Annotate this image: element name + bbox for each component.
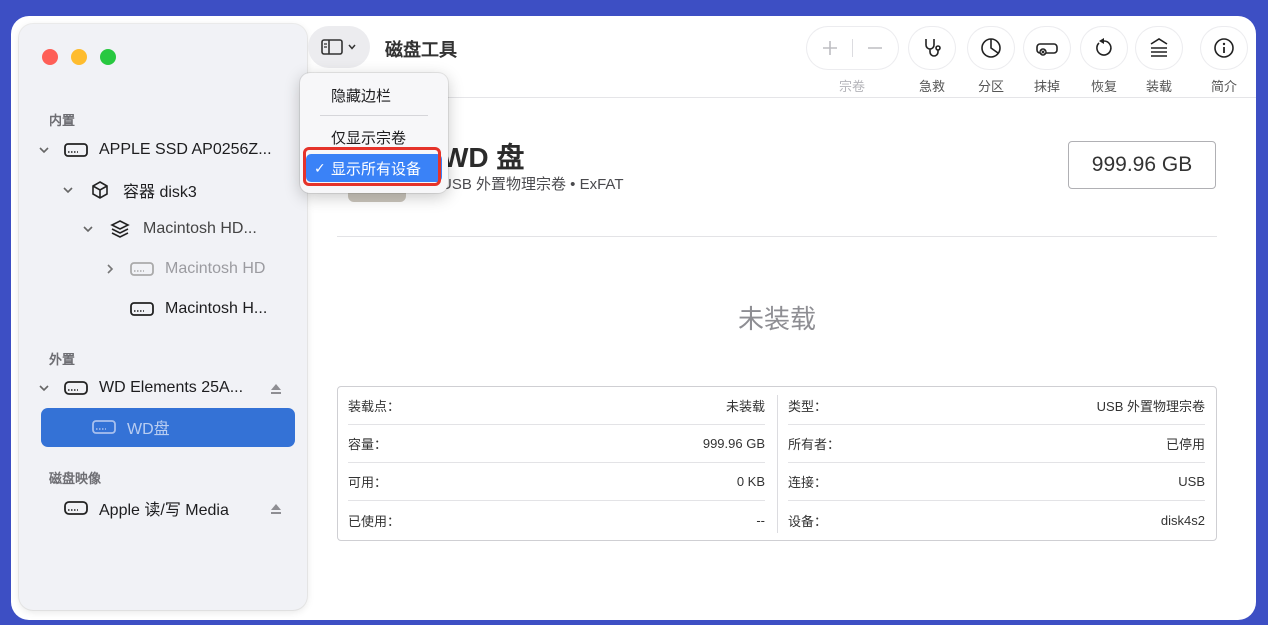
sidebar-item-label: Macintosh HD <box>165 260 266 277</box>
first-aid-label: 急救 <box>918 79 945 94</box>
restore-label: 恢复 <box>1090 79 1117 94</box>
restore-arrow-icon <box>1096 38 1112 56</box>
section-external: 外置 <box>49 352 76 367</box>
sidebar-item-label: WD Elements 25A... <box>99 379 244 396</box>
sidebar-icon <box>321 39 343 55</box>
chevron-right-icon[interactable] <box>103 262 117 276</box>
toolbar-divider <box>311 97 1256 98</box>
info-icon <box>1214 38 1234 58</box>
chevron-down-icon[interactable] <box>61 183 75 197</box>
info-button[interactable] <box>1201 27 1247 69</box>
info-row: 类型： USB 外置物理宗卷 <box>788 387 1205 425</box>
annotation-highlight-box <box>303 147 441 186</box>
sidebar-item-container[interactable]: 容器 disk3 <box>61 175 197 205</box>
menu-divider <box>320 115 428 116</box>
disk-icon <box>129 300 155 318</box>
info-row: 设备： disk4s2 <box>788 512 1205 529</box>
external-disk-icon <box>63 379 89 397</box>
erase-disk-icon <box>1036 43 1058 56</box>
minus-icon[interactable] <box>865 38 885 58</box>
close-window-button[interactable] <box>42 49 58 65</box>
sidebar-item-macintosh-hd-data[interactable]: Macintosh H... <box>129 294 267 324</box>
sidebar-item-label: Macintosh HD... <box>143 220 257 237</box>
first-aid-button[interactable] <box>909 27 955 69</box>
info-column-left: 装载点： 未装载 容量： 999.96 GB 可用： 0 KB 已使用： -- <box>338 387 777 540</box>
sidebar-item-apple-media[interactable]: Apple 读/写 Media <box>63 493 229 523</box>
sidebar-item-macintosh-hd-group[interactable]: Macintosh HD... <box>81 214 257 244</box>
info-table: 装载点： 未装载 容量： 999.96 GB 可用： 0 KB 已使用： -- 类型： U… <box>337 386 1217 541</box>
disk-icon <box>129 260 155 278</box>
zoom-window-button[interactable] <box>100 49 116 65</box>
pie-chart-icon <box>981 38 1001 58</box>
volume-add-remove-group <box>807 27 898 69</box>
info-row: 所有者： 已停用 <box>788 425 1205 463</box>
partition-label: 分区 <box>977 79 1004 94</box>
sidebar-item-wd-disk[interactable]: WD盘 <box>91 412 170 442</box>
menu-item-hide-sidebar[interactable]: 隐藏边栏 <box>306 81 442 109</box>
eject-icon[interactable] <box>269 502 283 516</box>
disk-utility-window: 内置 APPLE SSD AP0256Z... 容器 disk3 Macinto… <box>11 16 1256 620</box>
info-row: 连接： USB <box>788 463 1205 501</box>
disk-name: WD 盘 <box>442 142 525 173</box>
disk-icon <box>91 418 117 436</box>
internal-disk-icon <box>63 141 89 159</box>
mount-label: 装载 <box>1145 79 1172 94</box>
partition-button[interactable] <box>968 27 1014 69</box>
sidebar-item-label: Apple 读/写 Media <box>99 502 229 519</box>
sidebar-item-label: APPLE SSD AP0256Z... <box>99 141 272 158</box>
minimize-window-button[interactable] <box>71 49 87 65</box>
info-label: 简介 <box>1210 79 1237 94</box>
info-row: 容量： 999.96 GB <box>348 425 765 463</box>
divider <box>852 39 853 57</box>
sidebar-item-label: Macintosh H... <box>165 300 268 317</box>
mount-status: 未装载 <box>737 304 816 334</box>
mount-button[interactable] <box>1136 27 1182 69</box>
chevron-down-icon[interactable] <box>37 381 51 395</box>
section-internal: 内置 <box>49 113 76 128</box>
section-disk-images: 磁盘映像 <box>49 471 102 486</box>
info-column-right: 类型： USB 外置物理宗卷 所有者： 已停用 连接： USB 设备： disk4s2 <box>778 387 1217 540</box>
chevron-down-icon[interactable] <box>37 143 51 157</box>
info-row: 已使用： -- <box>348 512 765 529</box>
chevron-down-icon <box>348 44 356 50</box>
info-row: 可用： 0 KB <box>348 463 765 501</box>
sidebar-item-label: WD盘 <box>127 421 170 438</box>
app-title: 磁盘工具 <box>385 40 457 60</box>
sidebar-item-wd-elements[interactable]: WD Elements 25A... <box>37 373 243 403</box>
restore-button[interactable] <box>1081 27 1127 69</box>
plus-icon[interactable] <box>820 38 840 58</box>
volume-label: 宗卷 <box>838 79 865 94</box>
disk-subtitle: USB 外置物理宗卷 • ExFAT <box>441 176 624 193</box>
erase-button[interactable] <box>1024 27 1070 69</box>
erase-label: 抹掉 <box>1033 79 1060 94</box>
sidebar-toggle-button[interactable] <box>308 26 370 68</box>
stethoscope-icon <box>925 39 941 57</box>
volume-stack-icon <box>107 220 133 238</box>
divider <box>337 236 1217 237</box>
container-cube-icon <box>87 181 113 199</box>
sidebar: 内置 APPLE SSD AP0256Z... 容器 disk3 Macinto… <box>19 24 307 610</box>
mount-icon <box>1150 38 1168 57</box>
eject-icon[interactable] <box>269 382 283 396</box>
sidebar-item-label: 容器 disk3 <box>123 184 197 201</box>
info-row: 装载点： 未装载 <box>348 387 765 425</box>
disk-size-box: 999.96 GB <box>1068 141 1216 189</box>
disk-image-icon <box>63 499 89 517</box>
sidebar-item-apple-ssd[interactable]: APPLE SSD AP0256Z... <box>37 135 272 165</box>
chevron-down-icon[interactable] <box>81 222 95 236</box>
sidebar-item-macintosh-hd-snapshot[interactable]: Macintosh HD <box>103 254 265 284</box>
